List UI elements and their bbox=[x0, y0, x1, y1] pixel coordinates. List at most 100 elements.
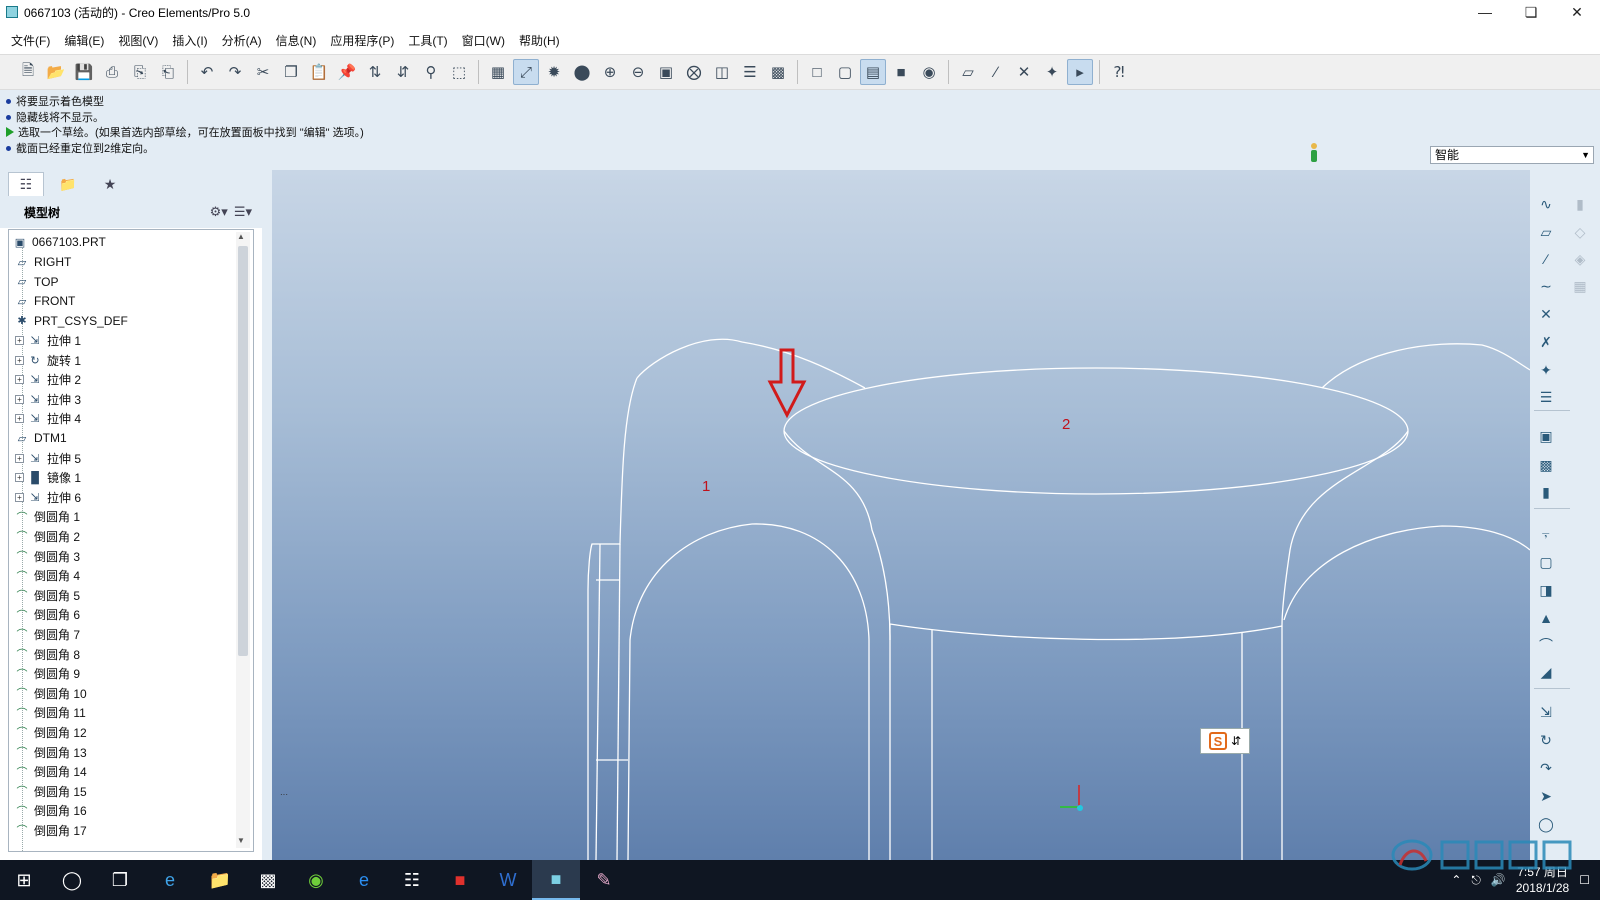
close-icon[interactable]: ✕ bbox=[1554, 0, 1600, 24]
tree-item[interactable]: ⌒ 倒圆角 3 bbox=[15, 546, 81, 566]
tree-settings-icon[interactable]: ⚙▾ bbox=[210, 204, 228, 220]
menu-tools[interactable]: 工具(T) bbox=[401, 32, 454, 49]
pattern-icon[interactable]: ▦ bbox=[1568, 274, 1592, 298]
tree-item[interactable]: ▱ FRONT bbox=[15, 291, 76, 311]
undo-icon[interactable]: ↶ bbox=[194, 59, 220, 85]
tree-item[interactable]: ⌒ 倒圆角 5 bbox=[15, 585, 81, 605]
expand-icon[interactable]: + bbox=[15, 414, 24, 424]
sketch-icon[interactable]: ∿ bbox=[1534, 192, 1558, 216]
expand-icon[interactable]: + bbox=[15, 355, 24, 365]
tree-item[interactable]: + ▐▌ 镜像 1 bbox=[15, 468, 81, 488]
expand-icon[interactable]: + bbox=[15, 375, 24, 385]
youdao-icon[interactable]: ■ bbox=[436, 860, 484, 900]
tree-item[interactable]: ⌒ 倒圆角 13 bbox=[15, 742, 87, 762]
menu-edit[interactable]: 编辑(E) bbox=[57, 32, 111, 49]
shading-icon[interactable]: ⬤ bbox=[569, 59, 595, 85]
blend-icon[interactable]: ➤ bbox=[1534, 784, 1558, 808]
wireframe-icon[interactable]: □ bbox=[804, 59, 830, 85]
csys-display-icon[interactable]: ✦ bbox=[1039, 59, 1065, 85]
browser-green-icon[interactable]: ◉ bbox=[292, 860, 340, 900]
annotation-display-icon[interactable]: ▸ bbox=[1067, 59, 1093, 85]
windows-start-icon[interactable]: ⊞ bbox=[0, 860, 48, 900]
rib-icon[interactable]: ◨ bbox=[1534, 578, 1558, 602]
zoom-in-icon[interactable]: ⊕ bbox=[597, 59, 623, 85]
print-preview-icon[interactable]: ⎘ bbox=[127, 59, 153, 85]
menu-window[interactable]: 窗口(W) bbox=[455, 32, 512, 49]
sub-shape-icon[interactable]: ▮ bbox=[1534, 480, 1558, 504]
tree-item[interactable]: ⌒ 倒圆角 14 bbox=[15, 762, 87, 782]
tree-item[interactable]: ▱ DTM1 bbox=[15, 428, 67, 448]
app-window-icon[interactable]: ▩ bbox=[244, 860, 292, 900]
hidden-line-icon[interactable]: ▢ bbox=[832, 59, 858, 85]
datum-plane-tool-icon[interactable]: ▱ bbox=[1534, 220, 1558, 244]
expand-icon[interactable]: + bbox=[15, 335, 24, 345]
tree-item[interactable]: ⌒ 倒圆角 2 bbox=[15, 526, 81, 546]
paste-special-icon[interactable]: 📌 bbox=[334, 59, 360, 85]
print-quick-icon[interactable]: ⎗ bbox=[155, 59, 181, 85]
datum-plane-display-icon[interactable]: ▱ bbox=[955, 59, 981, 85]
shrinkwrap-icon[interactable]: ◈ bbox=[1568, 247, 1592, 271]
no-hidden-icon[interactable]: ▤ bbox=[860, 59, 886, 85]
open-folder-icon[interactable]: 📂 bbox=[43, 59, 69, 85]
menu-applications[interactable]: 应用程序(P) bbox=[323, 32, 401, 49]
edge-icon[interactable]: e bbox=[340, 860, 388, 900]
calculator-icon[interactable]: ☷ bbox=[388, 860, 436, 900]
axis-display-icon[interactable]: ⤢ bbox=[513, 59, 539, 85]
panel-splitter[interactable] bbox=[262, 170, 272, 860]
scroll-thumb[interactable] bbox=[238, 246, 248, 656]
graphics-window[interactable]: 1 2 ․․․ S ⇵ bbox=[272, 170, 1530, 860]
favorites-tab-icon[interactable]: ★ bbox=[92, 172, 128, 196]
expand-icon[interactable]: + bbox=[15, 394, 24, 404]
cortana-search-icon[interactable]: ◯ bbox=[48, 860, 96, 900]
datum-curve-icon[interactable]: ∼ bbox=[1534, 274, 1558, 298]
restore-icon[interactable]: ❏ bbox=[1508, 0, 1554, 24]
revolve-tool-icon[interactable]: ↻ bbox=[1534, 728, 1558, 752]
datum-axis-display-icon[interactable]: ∕ bbox=[983, 59, 1009, 85]
find-icon[interactable]: ⚲ bbox=[418, 59, 444, 85]
cut-icon[interactable]: ✂ bbox=[250, 59, 276, 85]
shape-icon[interactable]: ▩ bbox=[1534, 453, 1558, 477]
scroll-up-icon[interactable]: ▲ bbox=[237, 232, 245, 241]
tree-root[interactable]: ▣ 0667103.PRT bbox=[13, 232, 106, 252]
refit-icon[interactable]: ▣ bbox=[653, 59, 679, 85]
tree-show-icon[interactable]: ☰▾ bbox=[234, 204, 252, 220]
tree-item[interactable]: ⌒ 倒圆角 12 bbox=[15, 722, 87, 742]
select-box-icon[interactable]: ⬚ bbox=[446, 59, 472, 85]
scroll-down-icon[interactable]: ▼ bbox=[237, 836, 245, 845]
paste-icon[interactable]: 📋 bbox=[306, 59, 332, 85]
tree-item[interactable]: ⌒ 倒圆角 8 bbox=[15, 644, 81, 664]
tree-item[interactable]: + ⇲ 拉伸 2 bbox=[15, 370, 81, 390]
round-tool-icon[interactable]: ⌒ bbox=[1534, 633, 1558, 657]
tree-item[interactable]: ⌒ 倒圆角 1 bbox=[15, 507, 81, 527]
regenerate-icon[interactable]: ⇅ bbox=[362, 59, 388, 85]
new-file-icon[interactable]: 🗎 bbox=[15, 59, 41, 85]
expand-icon[interactable]: + bbox=[15, 473, 24, 483]
layers-icon[interactable]: ☰ bbox=[737, 59, 763, 85]
point-offset-icon[interactable]: ✗ bbox=[1534, 330, 1558, 354]
context-help-icon[interactable]: ⁈ bbox=[1106, 59, 1132, 85]
tree-item[interactable]: ⌒ 倒圆角 16 bbox=[15, 801, 87, 821]
selection-filter-dropdown[interactable]: 智能 ▼ bbox=[1430, 146, 1594, 164]
menu-analysis[interactable]: 分析(A) bbox=[215, 32, 269, 49]
regen-manager-icon[interactable]: ⇵ bbox=[390, 59, 416, 85]
tree-item[interactable]: ⌒ 倒圆角 9 bbox=[15, 664, 81, 684]
tree-item[interactable]: + ⇲ 拉伸 4 bbox=[15, 409, 81, 429]
tree-item[interactable]: ⌒ 倒圆角 10 bbox=[15, 683, 87, 703]
draft-icon[interactable]: ▲ bbox=[1534, 606, 1558, 630]
tree-item[interactable]: ▱ TOP bbox=[15, 272, 59, 292]
shaded-icon[interactable]: ■ bbox=[888, 59, 914, 85]
word-icon[interactable]: W bbox=[484, 860, 532, 900]
file-explorer-icon[interactable]: 📁 bbox=[196, 860, 244, 900]
model-tree-tab-icon[interactable]: ☷ bbox=[8, 172, 44, 196]
tree-scrollbar[interactable]: ▲ ▼ bbox=[236, 232, 250, 848]
enhanced-realism-icon[interactable]: ◉ bbox=[916, 59, 942, 85]
datum-point-icon[interactable]: ✕ bbox=[1534, 302, 1558, 326]
tree-item[interactable]: ⌒ 倒圆角 6 bbox=[15, 605, 81, 625]
shell-icon[interactable]: ▢ bbox=[1534, 550, 1558, 574]
publish-geom-icon[interactable]: ◇ bbox=[1568, 220, 1592, 244]
copy-geom-icon[interactable]: ▮ bbox=[1568, 192, 1592, 216]
creo-icon[interactable]: ■ bbox=[532, 860, 580, 900]
zoom-out-icon[interactable]: ⊖ bbox=[625, 59, 651, 85]
menu-file[interactable]: 文件(F) bbox=[4, 32, 57, 49]
point-display-toggle-icon[interactable]: ✕ bbox=[1011, 59, 1037, 85]
